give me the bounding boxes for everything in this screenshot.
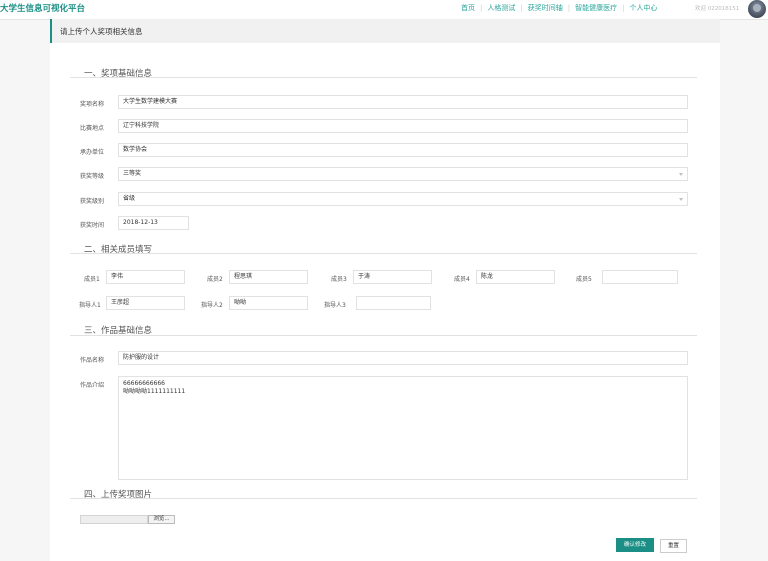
section-divider	[70, 335, 697, 336]
mentor-2-label: 指导人2	[201, 302, 223, 309]
file-path-display[interactable]	[80, 515, 148, 524]
page-heading-bar: 请上传个人奖项相关信息	[50, 19, 720, 43]
work-name-input[interactable]: 防护服的设计	[118, 351, 688, 365]
award-date-input[interactable]: 2018-12-13	[118, 216, 189, 230]
mentor-1-input[interactable]: 王彦超	[106, 296, 185, 310]
award-grade-label: 获奖等级	[80, 173, 105, 180]
venue-label: 比赛地点	[80, 125, 105, 132]
member-2-label: 成员2	[207, 276, 223, 283]
award-level-select[interactable]: 省级	[118, 192, 688, 206]
member-3-input[interactable]: 于涛	[353, 270, 432, 284]
confirm-button[interactable]: 确认修改	[616, 538, 654, 552]
member-5-input[interactable]	[602, 270, 678, 284]
award-date-label: 获奖时间	[80, 222, 105, 229]
main-nav: 首页 | 人格测试 | 获奖时间轴 | 智能健康医疗 | 个人中心	[456, 3, 662, 13]
welcome-text: 欢迎 022018151	[695, 6, 740, 12]
award-grade-value: 三等奖	[123, 170, 142, 177]
member-4-input[interactable]: 陈龙	[476, 270, 555, 284]
mentor-3-label: 指导人3	[324, 302, 346, 309]
browse-button[interactable]: 浏览...	[148, 515, 175, 524]
award-name-label: 奖项名称	[80, 101, 105, 108]
organizer-input[interactable]: 数学协会	[118, 143, 688, 157]
form-panel: 请上传个人奖项相关信息 一、奖项基础信息 奖项名称 大学生数学建模大赛 比赛地点…	[50, 19, 720, 561]
work-intro-label: 作品介绍	[80, 382, 105, 389]
page-title: 请上传个人奖项相关信息	[60, 27, 143, 36]
member-1-label: 成员1	[84, 276, 100, 283]
nav-personal-center[interactable]: 个人中心	[624, 3, 662, 13]
section-divider	[70, 77, 697, 78]
member-5-label: 成员5	[576, 276, 592, 283]
nav-health[interactable]: 智能健康医疗	[570, 3, 622, 13]
app-title[interactable]: 大学生信息可视化平台	[0, 2, 85, 14]
member-4-label: 成员4	[454, 276, 470, 283]
organizer-label: 承办单位	[80, 149, 105, 156]
reset-button[interactable]: 重置	[660, 539, 687, 553]
work-name-label: 作品名称	[80, 357, 105, 364]
venue-input[interactable]: 辽宁科技学院	[118, 119, 688, 133]
nav-personality-test[interactable]: 人格测试	[482, 3, 520, 13]
member-3-label: 成员3	[331, 276, 347, 283]
avatar[interactable]	[748, 0, 766, 18]
award-level-value: 省级	[123, 195, 136, 202]
mentor-3-input[interactable]	[356, 296, 431, 310]
mentor-2-input[interactable]: 呦呦	[229, 296, 308, 310]
nav-award-timeline[interactable]: 获奖时间轴	[523, 3, 568, 13]
award-level-label: 获奖级别	[80, 198, 105, 205]
member-1-input[interactable]: 李伟	[106, 270, 185, 284]
award-grade-select[interactable]: 三等奖	[118, 167, 688, 181]
member-2-input[interactable]: 程思琪	[229, 270, 308, 284]
nav-home[interactable]: 首页	[456, 3, 480, 13]
work-intro-textarea[interactable]: 66666666666 呦呦呦呦1111111111	[118, 376, 688, 480]
award-name-input[interactable]: 大学生数学建模大赛	[118, 95, 688, 109]
section-divider	[70, 253, 697, 254]
section-divider	[70, 498, 697, 499]
top-navbar: 大学生信息可视化平台 首页 | 人格测试 | 获奖时间轴 | 智能健康医疗 | 个人中心…	[0, 0, 768, 20]
mentor-1-label: 指导人1	[79, 302, 101, 309]
